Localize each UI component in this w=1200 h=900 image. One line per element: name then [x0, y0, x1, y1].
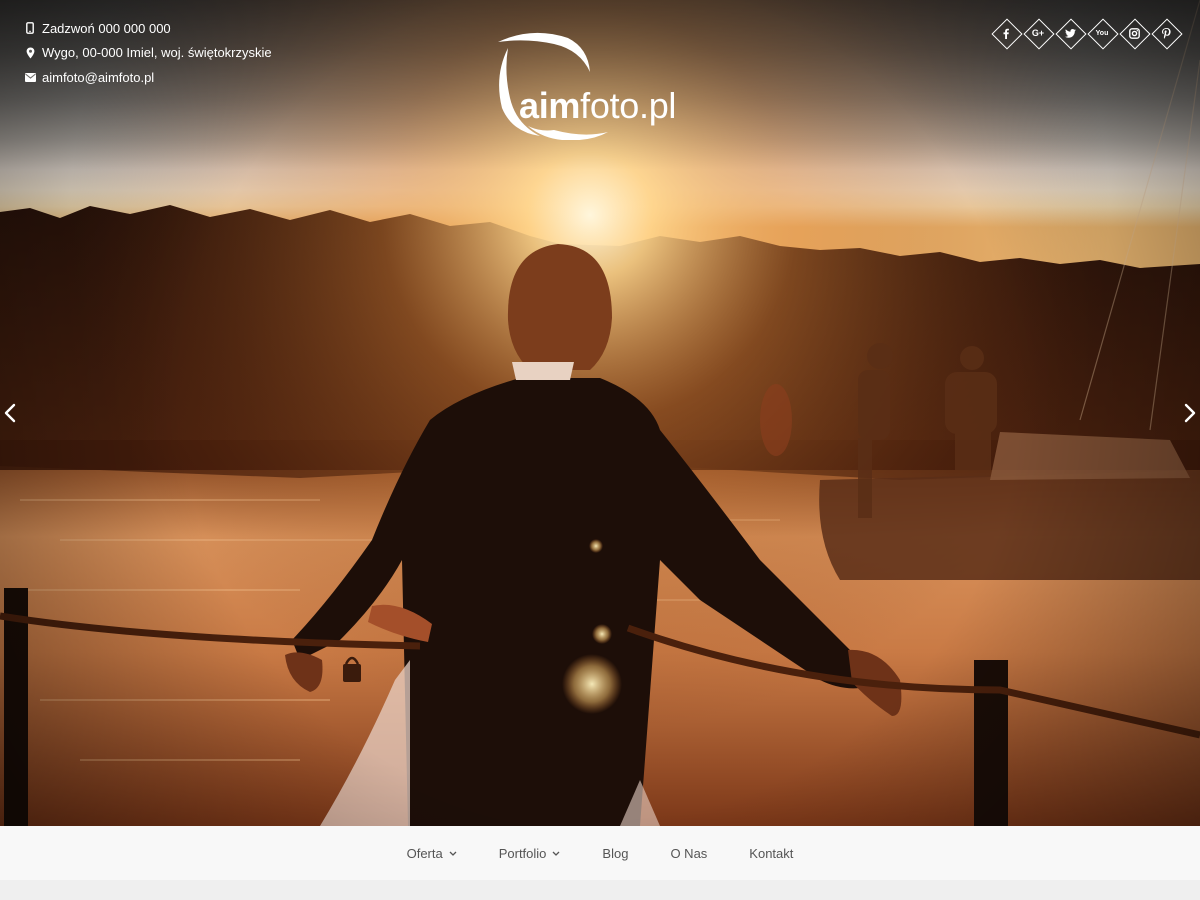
nav-item-label: Oferta: [406, 845, 443, 861]
chevron-right-icon: [1184, 403, 1196, 423]
contact-address: Wygo, 00-000 Imiel, woj. świętokrzyskie: [24, 41, 272, 66]
contact-email[interactable]: aimfoto@aimfoto.pl: [24, 65, 272, 90]
chevron-down-icon: [449, 851, 457, 856]
slider-prev-button[interactable]: [2, 401, 18, 425]
twitter-button[interactable]: [1056, 19, 1084, 47]
contact-phone-text: Zadzwoń 000 000 000: [42, 20, 171, 36]
nav-item-oferta[interactable]: Oferta: [386, 846, 478, 861]
youtube-button[interactable]: You: [1088, 19, 1116, 47]
youtube-icon: You: [1095, 29, 1109, 37]
nav-item-label: Blog: [602, 845, 629, 861]
page-content-top: [0, 880, 1200, 900]
pinterest-button[interactable]: [1152, 19, 1180, 47]
facebook-button[interactable]: [992, 19, 1020, 47]
pinterest-icon: [1161, 27, 1171, 39]
nav-item-label: Kontakt: [749, 845, 794, 861]
facebook-icon: [1003, 28, 1009, 39]
map-marker-icon: [24, 47, 36, 59]
logo-text: aimfoto.pl: [519, 85, 677, 126]
google-plus-icon: G+: [1031, 27, 1045, 38]
nav-item-kontakt[interactable]: Kontakt: [728, 846, 814, 861]
chevron-down-icon: [552, 851, 560, 856]
nav-item-blog[interactable]: Blog: [581, 846, 649, 861]
site-logo[interactable]: aimfoto.pl: [492, 28, 707, 140]
twitter-icon: [1064, 28, 1076, 38]
instagram-button[interactable]: [1120, 19, 1148, 47]
social-links: G+ You: [992, 19, 1180, 47]
envelope-icon: [24, 71, 36, 83]
contact-email-text: aimfoto@aimfoto.pl: [42, 69, 155, 85]
main-navigation: Oferta Portfolio Blog O Nas Kontakt: [0, 826, 1200, 880]
slider-next-button[interactable]: [1182, 401, 1198, 425]
contact-address-text: Wygo, 00-000 Imiel, woj. świętokrzyskie: [42, 45, 272, 61]
chevron-left-icon: [4, 403, 16, 423]
nav-item-portfolio[interactable]: Portfolio: [478, 846, 582, 861]
contact-info: Zadzwoń 000 000 000 Wygo, 00-000 Imiel, …: [24, 16, 272, 90]
hero-slider: Zadzwoń 000 000 000 Wygo, 00-000 Imiel, …: [0, 0, 1200, 826]
mobile-phone-icon: [24, 22, 36, 35]
instagram-icon: [1128, 27, 1140, 39]
contact-phone[interactable]: Zadzwoń 000 000 000: [24, 16, 272, 41]
nav-item-label: O Nas: [670, 845, 708, 861]
google-plus-button[interactable]: G+: [1024, 19, 1052, 47]
nav-item-o-nas[interactable]: O Nas: [649, 846, 728, 861]
nav-item-label: Portfolio: [498, 845, 547, 861]
